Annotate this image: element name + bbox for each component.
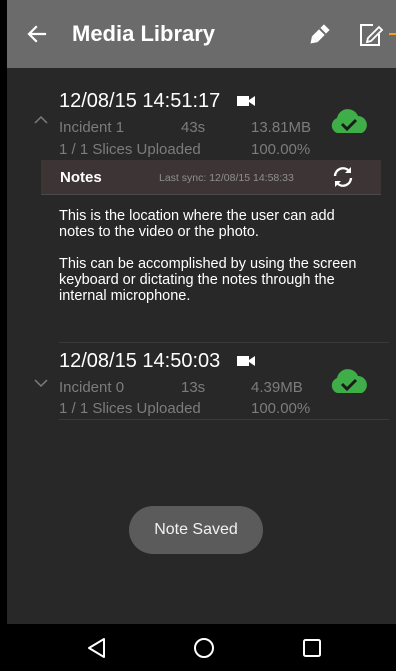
circle-home-icon	[194, 638, 214, 658]
notes-label: Notes	[60, 169, 102, 186]
system-nav-bar	[0, 624, 396, 671]
media-duration: 13s	[181, 379, 206, 396]
app-screen: Media Library 12/08/15 14:51:17 Incident…	[7, 0, 396, 671]
app-bar: Media Library	[7, 0, 396, 68]
upload-percent: 100.00%	[251, 141, 311, 158]
edit-note-icon	[360, 24, 384, 46]
cloud-check-icon	[331, 109, 367, 133]
note-paragraph: This can be accomplished by using the sc…	[59, 256, 357, 304]
notes-header: Notes Last sync: 12/08/15 14:58:33	[41, 160, 381, 195]
nav-back-button[interactable]	[85, 636, 109, 660]
pen-icon	[310, 24, 330, 44]
video-camera-icon	[237, 96, 255, 106]
edit-note-button[interactable]	[357, 21, 387, 49]
edit-accent-mark	[389, 33, 396, 35]
media-item[interactable]: 12/08/15 14:51:17 Incident 1 43s 13.81MB…	[7, 68, 396, 166]
note-text[interactable]: This is the location where the user can …	[59, 208, 359, 320]
chevron-up-icon[interactable]	[34, 115, 48, 125]
media-size: 13.81MB	[251, 119, 312, 136]
chevron-down-icon[interactable]	[34, 378, 48, 388]
media-item[interactable]: 12/08/15 14:50:03 Incident 0 13s 4.39MB …	[7, 342, 396, 420]
media-duration: 43s	[181, 119, 206, 136]
note-paragraph: This is the location where the user can …	[59, 208, 335, 240]
media-size: 4.39MB	[251, 379, 303, 396]
media-datetime: 12/08/15 14:50:03	[59, 350, 221, 372]
arrow-left-icon	[27, 25, 47, 43]
square-recents-icon	[303, 639, 321, 657]
nav-recents-button[interactable]	[300, 636, 324, 660]
toast-message: Note Saved	[129, 506, 263, 554]
triangle-back-icon	[88, 638, 105, 658]
media-datetime: 12/08/15 14:51:17	[59, 90, 221, 112]
media-name: Incident 0	[59, 379, 125, 396]
media-name: Incident 1	[59, 119, 125, 136]
slices-uploaded: 1 / 1 Slices Uploaded	[59, 400, 201, 417]
nav-home-button[interactable]	[192, 636, 216, 660]
last-sync-text: Last sync: 12/08/15 14:58:33	[159, 172, 294, 184]
upload-percent: 100.00%	[251, 400, 311, 417]
video-camera-icon	[237, 356, 255, 366]
divider	[59, 419, 389, 420]
back-button[interactable]	[23, 20, 51, 48]
page-title: Media Library	[72, 21, 216, 46]
sync-button[interactable]	[331, 165, 355, 189]
slices-uploaded: 1 / 1 Slices Uploaded	[59, 141, 201, 158]
cloud-check-icon	[331, 369, 367, 393]
sync-icon	[333, 167, 353, 187]
pen-button[interactable]	[305, 21, 333, 49]
